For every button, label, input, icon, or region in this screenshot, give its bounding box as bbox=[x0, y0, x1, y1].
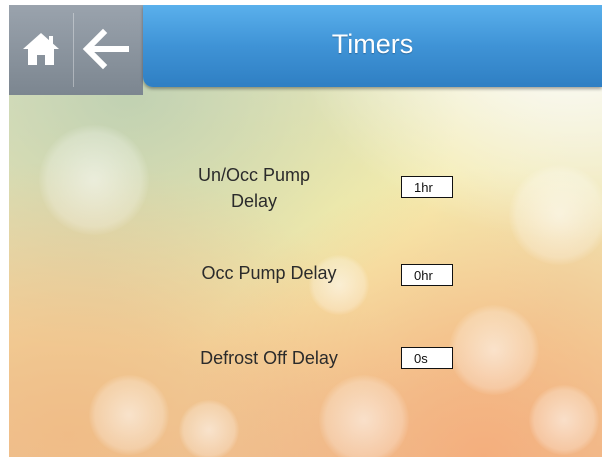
back-button[interactable] bbox=[81, 27, 133, 71]
home-button[interactable] bbox=[19, 29, 63, 69]
nav-panel bbox=[9, 5, 143, 95]
bokeh-decoration bbox=[179, 400, 239, 457]
un-occ-pump-delay-value[interactable]: 1hr bbox=[401, 176, 453, 198]
page-title: Timers bbox=[331, 29, 414, 59]
bokeh-decoration bbox=[319, 375, 409, 457]
occ-pump-delay-label: Occ Pump Delay bbox=[201, 263, 337, 283]
title-bar: Timers bbox=[143, 5, 602, 87]
bokeh-decoration bbox=[509, 165, 602, 265]
arrow-left-icon bbox=[82, 28, 129, 70]
defrost-off-delay-label: Defrost Off Delay bbox=[200, 348, 338, 368]
un-occ-pump-delay-label: Un/Occ Pump Delay bbox=[197, 165, 311, 211]
bokeh-decoration bbox=[529, 385, 599, 455]
bokeh-decoration bbox=[89, 375, 169, 455]
bokeh-decoration bbox=[39, 125, 149, 235]
home-icon bbox=[23, 33, 59, 65]
bokeh-decoration bbox=[449, 305, 539, 395]
nav-divider bbox=[73, 13, 74, 87]
occ-pump-delay-value[interactable]: 0hr bbox=[401, 264, 453, 286]
timers-screen: Timers Un/Occ Pump Delay 1hr Occ Pump De… bbox=[9, 5, 602, 457]
defrost-off-delay-value[interactable]: 0s bbox=[401, 347, 453, 369]
